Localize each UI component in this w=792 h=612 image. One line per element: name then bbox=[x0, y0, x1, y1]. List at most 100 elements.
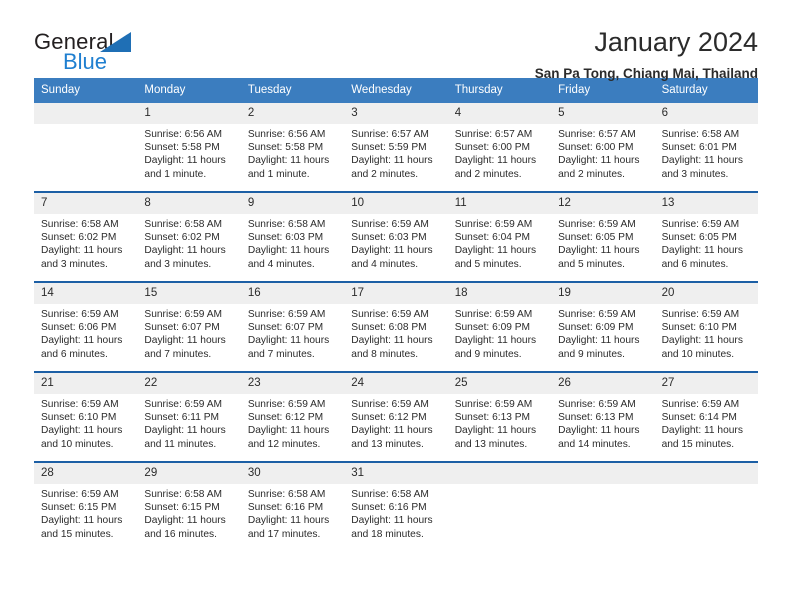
page-header: General Blue January 2024 San Pa Tong, C… bbox=[34, 0, 758, 81]
day-cell[interactable]: 12 Sunrise: 6:59 AM Sunset: 6:05 PM Dayligh… bbox=[551, 193, 655, 281]
calendar-grid: Sunday Monday Tuesday Wednesday Thursday… bbox=[34, 78, 758, 551]
brand-logo[interactable]: General Blue bbox=[34, 26, 234, 73]
day-sunset-text: Sunset: 6:05 PM bbox=[661, 232, 737, 244]
day-details: Sunrise: 6:59 AM Sunset: 6:06 PM Daylight:… bbox=[34, 304, 137, 361]
day-cell[interactable]: 15 Sunrise: 6:59 AM Sunset: 6:07 PM Dayligh… bbox=[137, 283, 241, 371]
day-daylight-line1-text: Daylight: 11 hours bbox=[247, 425, 330, 437]
day-cell[interactable]: 9 Sunrise: 6:58 AM Sunset: 6:03 PM Daylight… bbox=[240, 193, 345, 281]
day-daylight-line2-text: and 18 minutes. bbox=[351, 528, 424, 540]
day-sunrise-text: Sunrise: 6:59 AM bbox=[661, 309, 740, 320]
day-daylight-line1-text: Daylight: 11 hours bbox=[41, 335, 123, 347]
day-sunrise-text: Sunrise: 6:59 AM bbox=[661, 219, 740, 230]
day-daylight-line1-text: Daylight: 11 hours bbox=[661, 245, 743, 257]
day-number: 25 bbox=[447, 373, 552, 394]
day-daylight-line1-text: Daylight: 11 hours bbox=[144, 425, 226, 437]
day-cell[interactable]: 27 Sunrise: 6:59 AM Sunset: 6:14 PM Dayligh… bbox=[654, 373, 758, 461]
day-details: Sunrise: 6:59 AM Sunset: 6:07 PM Daylight:… bbox=[241, 304, 344, 361]
day-daylight-line2-text: and 13 minutes. bbox=[454, 438, 528, 450]
day-number: 26 bbox=[551, 373, 655, 394]
day-cell[interactable]: 20 Sunrise: 6:59 AM Sunset: 6:10 PM Dayligh… bbox=[654, 283, 758, 371]
day-number: 29 bbox=[137, 463, 241, 484]
day-cell[interactable]: 29 Sunrise: 6:58 AM Sunset: 6:15 PM Dayligh… bbox=[137, 463, 241, 551]
day-cell[interactable]: 30 Sunrise: 6:58 AM Sunset: 6:16 PM Dayligh… bbox=[240, 463, 345, 551]
day-cell[interactable]: 24 Sunrise: 6:59 AM Sunset: 6:12 PM Dayligh… bbox=[344, 373, 448, 461]
day-daylight-line2-text: and 15 minutes. bbox=[661, 438, 735, 450]
day-details: Sunrise: 6:59 AM Sunset: 6:13 PM Daylight:… bbox=[551, 394, 654, 451]
day-sunrise-text: Sunrise: 6:58 AM bbox=[41, 219, 119, 230]
day-details: Sunrise: 6:58 AM Sunset: 6:01 PM Daylight:… bbox=[655, 124, 758, 181]
day-details: Sunrise: 6:59 AM Sunset: 6:03 PM Daylight:… bbox=[344, 214, 447, 271]
day-cell[interactable]: 21 Sunrise: 6:59 AM Sunset: 6:10 PM Dayligh… bbox=[34, 373, 138, 461]
day-number bbox=[447, 463, 552, 484]
day-sunset-text: Sunset: 6:00 PM bbox=[454, 142, 531, 154]
day-sunrise-text: Sunrise: 6:59 AM bbox=[41, 399, 119, 410]
day-details: Sunrise: 6:59 AM Sunset: 6:08 PM Daylight:… bbox=[344, 304, 447, 361]
day-number: 1 bbox=[137, 103, 241, 124]
day-cell[interactable]: 31 Sunrise: 6:58 AM Sunset: 6:16 PM Dayligh… bbox=[344, 463, 448, 551]
day-details: Sunrise: 6:59 AM Sunset: 6:10 PM Daylight:… bbox=[655, 304, 758, 361]
day-cell[interactable]: 25 Sunrise: 6:59 AM Sunset: 6:13 PM Dayligh… bbox=[447, 373, 552, 461]
day-cell[interactable]: 17 Sunrise: 6:59 AM Sunset: 6:08 PM Dayligh… bbox=[344, 283, 448, 371]
day-sunset-text: Sunset: 6:07 PM bbox=[144, 322, 220, 334]
day-sunset-text: Sunset: 6:00 PM bbox=[558, 142, 634, 154]
day-number: 2 bbox=[240, 103, 345, 124]
day-details: Sunrise: 6:56 AM Sunset: 5:58 PM Daylight:… bbox=[137, 124, 240, 181]
day-number: 19 bbox=[551, 283, 655, 304]
day-sunrise-text: Sunrise: 6:59 AM bbox=[454, 399, 533, 410]
day-daylight-line1-text: Daylight: 11 hours bbox=[144, 515, 226, 527]
day-sunrise-text: Sunrise: 6:59 AM bbox=[41, 309, 119, 320]
day-number bbox=[34, 103, 138, 124]
day-number: 22 bbox=[137, 373, 241, 394]
day-sunrise-text: Sunrise: 6:59 AM bbox=[558, 309, 636, 320]
day-number: 5 bbox=[551, 103, 655, 124]
day-cell[interactable]: 10 Sunrise: 6:59 AM Sunset: 6:03 PM Dayligh… bbox=[344, 193, 448, 281]
day-cell[interactable]: 22 Sunrise: 6:59 AM Sunset: 6:11 PM Dayligh… bbox=[137, 373, 241, 461]
day-number: 24 bbox=[344, 373, 448, 394]
day-cell[interactable]: 2 Sunrise: 6:56 AM Sunset: 5:58 PM Daylight… bbox=[240, 103, 345, 191]
day-daylight-line2-text: and 7 minutes. bbox=[144, 348, 212, 360]
weekday-monday: Monday bbox=[144, 84, 186, 96]
day-number: 27 bbox=[654, 373, 758, 394]
day-sunrise-text: Sunrise: 6:57 AM bbox=[454, 129, 533, 140]
day-cell[interactable]: 19 Sunrise: 6:59 AM Sunset: 6:09 PM Dayligh… bbox=[551, 283, 655, 371]
day-sunrise-text: Sunrise: 6:56 AM bbox=[144, 129, 223, 140]
day-daylight-line1-text: Daylight: 11 hours bbox=[661, 155, 743, 167]
day-daylight-line1-text: Daylight: 11 hours bbox=[351, 425, 433, 437]
day-cell[interactable]: 5 Sunrise: 6:57 AM Sunset: 6:00 PM Daylight… bbox=[551, 103, 655, 191]
day-daylight-line2-text: and 9 minutes. bbox=[454, 348, 522, 360]
title-block: January 2024 San Pa Tong, Chiang Mai, Th… bbox=[535, 26, 758, 84]
day-daylight-line2-text: and 6 minutes. bbox=[41, 348, 108, 360]
day-sunrise-text: Sunrise: 6:59 AM bbox=[454, 219, 533, 230]
day-cell[interactable]: 11 Sunrise: 6:59 AM Sunset: 6:04 PM Dayligh… bbox=[447, 193, 552, 281]
day-cell[interactable]: 18 Sunrise: 6:59 AM Sunset: 6:09 PM Dayligh… bbox=[447, 283, 552, 371]
day-daylight-line1-text: Daylight: 11 hours bbox=[558, 155, 640, 167]
day-cell[interactable]: 3 Sunrise: 6:57 AM Sunset: 5:59 PM Daylight… bbox=[344, 103, 448, 191]
day-sunset-text: Sunset: 6:05 PM bbox=[558, 232, 634, 244]
weekday-friday: Friday bbox=[558, 84, 591, 96]
day-daylight-line1-text: Daylight: 11 hours bbox=[247, 515, 330, 527]
day-number: 30 bbox=[240, 463, 345, 484]
day-cell[interactable]: 16 Sunrise: 6:59 AM Sunset: 6:07 PM Dayligh… bbox=[240, 283, 345, 371]
day-cell[interactable]: 7 Sunrise: 6:58 AM Sunset: 6:02 PM Daylight… bbox=[34, 193, 138, 281]
day-daylight-line1-text: Daylight: 11 hours bbox=[41, 515, 123, 527]
day-sunset-text: Sunset: 6:08 PM bbox=[351, 322, 427, 334]
day-sunset-text: Sunset: 6:13 PM bbox=[454, 412, 531, 424]
day-cell[interactable]: 13 Sunrise: 6:59 AM Sunset: 6:05 PM Dayligh… bbox=[654, 193, 758, 281]
day-sunrise-text: Sunrise: 6:59 AM bbox=[454, 309, 533, 320]
day-number: 21 bbox=[34, 373, 138, 394]
day-cell[interactable]: 26 Sunrise: 6:59 AM Sunset: 6:13 PM Dayligh… bbox=[551, 373, 655, 461]
day-cell[interactable]: 1 Sunrise: 6:56 AM Sunset: 5:58 PM Daylight… bbox=[137, 103, 241, 191]
day-cell[interactable]: 8 Sunrise: 6:58 AM Sunset: 6:02 PM Daylight… bbox=[137, 193, 241, 281]
day-number: 11 bbox=[447, 193, 552, 214]
day-cell[interactable]: 6 Sunrise: 6:58 AM Sunset: 6:01 PM Daylight… bbox=[654, 103, 758, 191]
day-number: 31 bbox=[344, 463, 448, 484]
day-cell[interactable]: 23 Sunrise: 6:59 AM Sunset: 6:12 PM Dayligh… bbox=[240, 373, 345, 461]
day-cell[interactable]: 4 Sunrise: 6:57 AM Sunset: 6:00 PM Daylight… bbox=[447, 103, 552, 191]
day-cell[interactable]: 14 Sunrise: 6:59 AM Sunset: 6:06 PM Dayligh… bbox=[34, 283, 138, 371]
day-sunrise-text: Sunrise: 6:58 AM bbox=[661, 129, 740, 140]
day-daylight-line2-text: and 3 minutes. bbox=[144, 258, 212, 270]
day-daylight-line2-text: and 12 minutes. bbox=[247, 438, 321, 450]
day-cell[interactable]: 28 Sunrise: 6:59 AM Sunset: 6:15 PM Dayligh… bbox=[34, 463, 138, 551]
day-details: Sunrise: 6:59 AM Sunset: 6:05 PM Daylight:… bbox=[655, 214, 758, 271]
day-daylight-line2-text: and 8 minutes. bbox=[351, 348, 419, 360]
